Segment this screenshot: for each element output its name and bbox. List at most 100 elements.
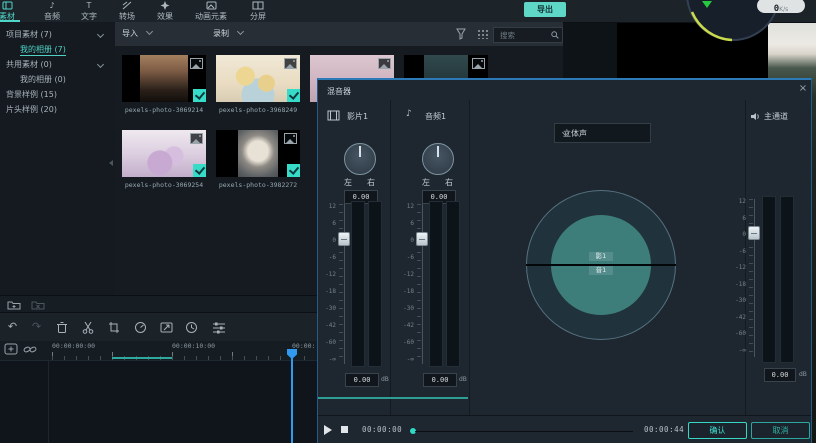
fader-scale: 1260-6-12-18-30-42-60-∞	[320, 203, 336, 363]
delete-folder-icon[interactable]	[31, 299, 45, 310]
effects-icon	[146, 1, 184, 11]
dialog-title: 混音器	[327, 86, 351, 97]
tab-label: 转场	[119, 12, 135, 21]
pan-puck-audio[interactable]: 音1	[589, 266, 613, 275]
volume-value-field[interactable]: 0.00	[423, 373, 457, 387]
search-input[interactable]	[498, 28, 550, 42]
link-icon[interactable]	[23, 344, 37, 355]
selected-check-icon[interactable]	[287, 164, 300, 177]
selected-check-icon[interactable]	[193, 164, 206, 177]
level-meter	[780, 196, 794, 363]
level-meter	[429, 201, 443, 367]
pan-knob[interactable]	[422, 143, 454, 175]
tab-label: 音频	[44, 12, 60, 21]
audio-icon: ♪	[33, 1, 71, 11]
scale-tick-label: 0	[742, 231, 746, 238]
media-thumbnail[interactable]	[216, 130, 300, 177]
duration-clock-icon[interactable]	[185, 321, 198, 334]
scale-tick-label: -42	[403, 322, 414, 329]
level-meter	[446, 201, 460, 367]
divider	[469, 100, 470, 415]
volume-fader-handle[interactable]	[416, 232, 428, 246]
sidebar-item-intro-samples[interactable]: 片头样例 (20)	[0, 103, 115, 116]
selected-check-icon[interactable]	[193, 89, 206, 102]
add-track-icon[interactable]	[4, 343, 18, 356]
tab-text[interactable]: T 文字	[70, 0, 108, 22]
grid-view-icon[interactable]	[477, 29, 488, 39]
tab-effects[interactable]: 效果	[146, 0, 184, 22]
sidebar-item-project-media[interactable]: 项目素材 (7)	[0, 28, 115, 41]
film-icon	[327, 110, 340, 121]
split-scissors-icon[interactable]	[82, 321, 94, 334]
close-icon[interactable]: ×	[797, 83, 809, 95]
panel-collapse-handle[interactable]	[109, 160, 113, 166]
record-button[interactable]: 录制	[213, 28, 243, 39]
sidebar-item-label: 片头样例 (20)	[6, 105, 57, 114]
tab-audio[interactable]: ♪ 音频	[33, 0, 71, 22]
play-button[interactable]	[324, 425, 332, 435]
undo-icon[interactable]: ↶	[5, 320, 20, 335]
master-volume-field[interactable]: 0.00	[764, 368, 796, 382]
volume-fader-handle[interactable]	[338, 232, 350, 246]
channel-mode-select[interactable]: 立体声	[554, 123, 651, 143]
sidebar-item-label: 共用素材 (0)	[6, 60, 52, 69]
scale-tick-label: 6	[410, 220, 414, 227]
pan-puck-video[interactable]: 影1	[589, 252, 613, 261]
crop-icon[interactable]	[108, 321, 120, 334]
media-filename: pexels-photo-3069254	[120, 181, 208, 189]
sidebar-item-my-album-project[interactable]: 我的相册 (7)	[0, 43, 115, 56]
tab-elements[interactable]: 动画元素	[184, 0, 238, 22]
chroma-key-icon[interactable]	[160, 321, 173, 334]
redo-icon[interactable]: ↷	[29, 320, 44, 335]
sidebar-item-shared-media[interactable]: 共用素材 (0)	[0, 58, 115, 71]
scale-tick-label: -18	[403, 288, 414, 295]
media-thumbnail[interactable]	[122, 55, 206, 102]
thumbnail-image	[140, 55, 188, 102]
search-box[interactable]	[493, 27, 563, 43]
scale-tick-label: -12	[735, 264, 746, 271]
tab-transition[interactable]: 转场	[108, 0, 146, 22]
audio-mixer-icon[interactable]	[212, 321, 226, 334]
cancel-button[interactable]: 取消	[751, 422, 810, 439]
fader-track[interactable]	[754, 199, 755, 357]
tab-split-screen[interactable]: 分屏	[238, 0, 278, 22]
scale-tick-label: 0	[410, 237, 414, 244]
confirm-button[interactable]: 确认	[688, 422, 747, 439]
sidebar-item-background-samples[interactable]: 背景样例 (15)	[0, 88, 115, 101]
chevron-down-icon	[146, 28, 153, 35]
pan-right-label: 右	[367, 177, 375, 188]
import-button[interactable]: 导入	[122, 28, 152, 39]
export-button[interactable]: 导出	[524, 2, 566, 17]
ruler-selection-segment	[112, 357, 172, 359]
filter-icon[interactable]	[456, 28, 466, 40]
scale-tick-label: 12	[329, 203, 336, 210]
media-thumbnail[interactable]	[122, 130, 206, 177]
master-fader-handle[interactable]	[748, 226, 760, 240]
sidebar-item-label: 我的相册 (0)	[20, 75, 66, 84]
level-meter	[762, 196, 776, 363]
level-meter	[351, 201, 365, 367]
network-speed-pill[interactable]: 0K/s	[757, 0, 805, 13]
speed-icon[interactable]	[134, 321, 147, 334]
sidebar-item-my-album-shared[interactable]: 我的相册 (0)	[0, 73, 115, 86]
stop-button[interactable]	[341, 426, 348, 433]
tab-media[interactable]: 素材	[0, 0, 26, 22]
channel-strip-scrollbar[interactable]	[318, 397, 468, 399]
volume-value-field[interactable]: 0.00	[345, 373, 379, 387]
record-label: 录制	[213, 29, 229, 38]
photo-badge-icon	[190, 133, 203, 144]
transport-progress-line[interactable]	[415, 431, 633, 432]
media-filename: pexels-photo-3968249	[214, 106, 302, 114]
ruler-timestamp: 00:00:10:00	[172, 342, 215, 350]
media-thumbnail[interactable]	[216, 55, 300, 102]
fader-ticks	[339, 204, 343, 364]
fader-track[interactable]	[422, 204, 423, 364]
fader-ticks	[749, 199, 753, 357]
pan-knob[interactable]	[344, 143, 376, 175]
fader-track[interactable]	[344, 204, 345, 364]
elements-icon	[184, 1, 238, 11]
delete-icon[interactable]	[56, 321, 68, 334]
selected-check-icon[interactable]	[287, 89, 300, 102]
new-folder-icon[interactable]	[7, 299, 21, 310]
playhead-line[interactable]	[291, 349, 293, 443]
